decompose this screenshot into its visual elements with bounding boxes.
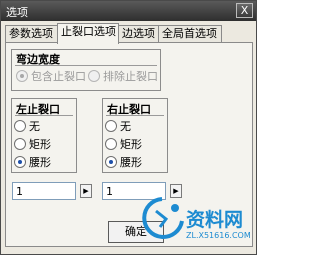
left-radio-none[interactable]: 无	[14, 120, 40, 134]
radio-exclude-relief[interactable]: 排除止裂口	[88, 70, 158, 84]
right-radio-none[interactable]: 无	[105, 120, 131, 134]
close-icon: X	[240, 4, 249, 17]
radio-button[interactable]	[14, 138, 26, 150]
tab-parameter-options[interactable]: 参数选项	[5, 25, 58, 43]
radio-button[interactable]	[105, 156, 117, 168]
radio-button[interactable]	[14, 156, 26, 168]
left-relief-divider	[15, 115, 73, 116]
watermark-url: ZL.X51616.COM	[186, 231, 251, 240]
right-relief-divider	[106, 115, 164, 116]
watermark-logo-icon	[142, 197, 184, 239]
site-watermark: 资料网 ZL.X51616.COM	[142, 193, 251, 247]
window-title: 选项	[6, 6, 28, 19]
watermark-text: 资料网	[186, 209, 244, 231]
radio-button[interactable]	[14, 120, 26, 132]
left-radio-rectangle[interactable]: 矩形	[14, 138, 51, 152]
close-button[interactable]: X	[236, 3, 253, 18]
title-bar[interactable]: 选项 X	[1, 1, 256, 21]
tab-strip: 参数选项 止裂口选项 边选项 全局首选项	[5, 23, 253, 44]
radio-button[interactable]	[105, 120, 117, 132]
left-radio-obround[interactable]: 腰形	[14, 156, 51, 170]
radio-button[interactable]	[88, 70, 100, 82]
radio-button[interactable]	[105, 138, 117, 150]
tab-edge-options[interactable]: 边选项	[118, 25, 159, 43]
left-relief-menu-button[interactable]: ▶	[80, 184, 92, 198]
right-radio-rectangle[interactable]: 矩形	[105, 138, 142, 152]
tab-relief-options[interactable]: 止裂口选项	[57, 23, 119, 44]
left-relief-size-input[interactable]	[12, 182, 76, 200]
options-dialog: 选项 X 参数选项 止裂口选项 边选项 全局首选项 弯边宽度 包含止裂口 排除止…	[0, 0, 257, 255]
triangle-right-icon: ▶	[83, 187, 89, 195]
relief-options-panel: 弯边宽度 包含止裂口 排除止裂口 左止裂口 无 矩形 腰形 右止裂口 无 矩形	[5, 42, 253, 247]
radio-button[interactable]	[16, 70, 28, 82]
bend-width-divider	[15, 65, 157, 66]
tab-global-preferences[interactable]: 全局首选项	[158, 25, 222, 43]
radio-include-relief[interactable]: 包含止裂口	[16, 70, 86, 84]
right-radio-obround[interactable]: 腰形	[105, 156, 142, 170]
